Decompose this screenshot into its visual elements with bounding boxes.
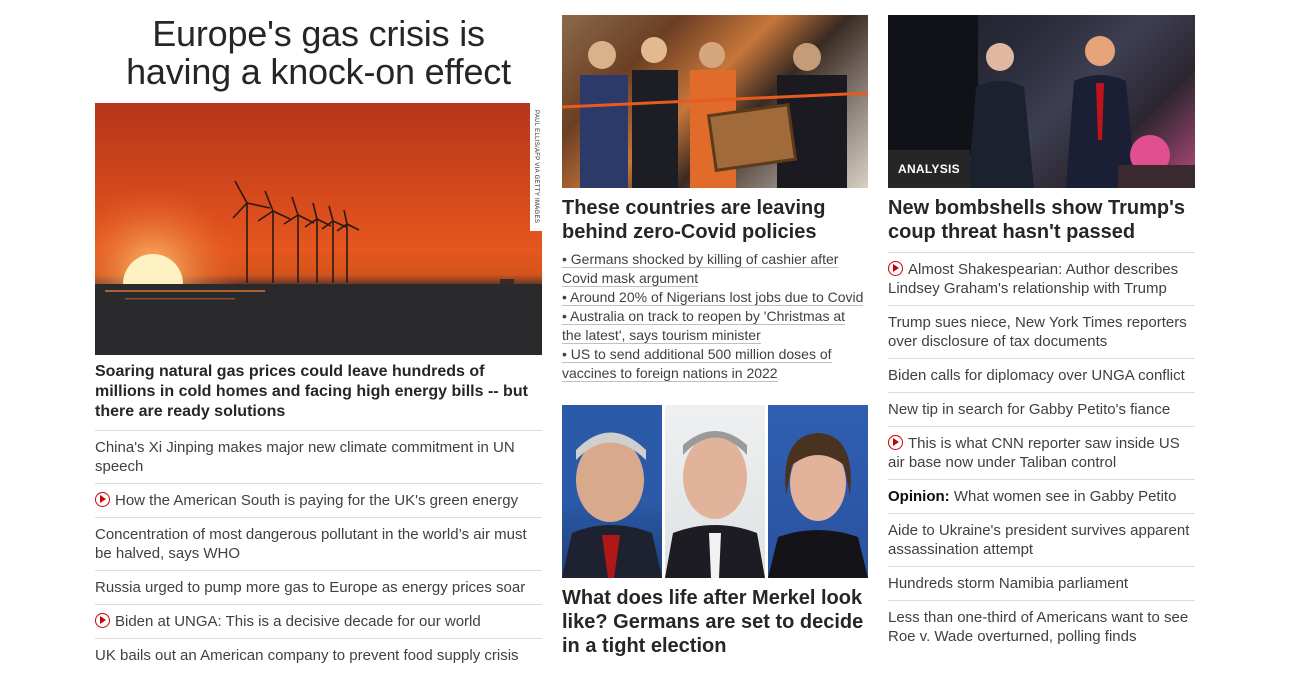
photo-credit: PAUL ELLIS/AFP VIA GETTY IMAGES [530,103,542,231]
story-text: Aide to Ukraine's president survives app… [888,522,1190,558]
list-item[interactable]: Less than one-third of Americans want to… [888,601,1195,653]
lead-column: Europe's gas crisis is having a knock-on… [95,0,542,672]
covid-related-list: • Germans shocked by killing of cashier … [562,250,868,383]
candidate-portrait-center [665,405,765,578]
list-item[interactable]: Russia urged to pump more gas to Europe … [95,571,542,605]
wind-farm-sunset-image[interactable]: PAUL ELLIS/AFP VIA GETTY IMAGES [95,103,542,355]
story-text: • Germans shocked by killing of cashier … [562,251,839,287]
list-item[interactable]: Biden calls for diplomacy over UNGA conf… [888,359,1195,393]
play-video-icon [888,261,903,276]
ribbon-cutting-image[interactable] [562,15,868,188]
list-item[interactable]: China's Xi Jinping makes major new clima… [95,431,542,484]
middle-column: These countries are leaving behind zero-… [562,0,868,658]
list-item[interactable]: • Australia on track to reopen by 'Chris… [562,307,868,345]
merkel-headline-link[interactable]: What does life after Merkel look like? G… [562,586,868,658]
play-video-icon [888,435,903,450]
list-item[interactable]: New tip in search for Gabby Petito's fia… [888,393,1195,427]
story-text: UK bails out an American company to prev… [95,647,519,664]
list-item[interactable]: • US to send additional 500 million dose… [562,345,868,383]
list-item[interactable]: Almost Shakespearian: Author describes L… [888,253,1195,306]
story-text: Less than one-third of Americans want to… [888,609,1189,645]
story-text: Russia urged to pump more gas to Europe … [95,579,526,596]
list-item[interactable]: • Germans shocked by killing of cashier … [562,250,868,288]
story-text: Biden calls for diplomacy over UNGA conf… [888,367,1185,384]
story-text: Concentration of most dangerous pollutan… [95,526,527,562]
story-text: China's Xi Jinping makes major new clima… [95,439,515,475]
play-video-icon [95,492,110,507]
covid-headline-link[interactable]: These countries are leaving behind zero-… [562,196,868,244]
german-candidates-image[interactable] [562,405,868,578]
list-item[interactable]: Trump sues niece, New York Times reporte… [888,306,1195,359]
list-item[interactable]: Biden at UNGA: This is a decisive decade… [95,605,542,639]
story-text: Almost Shakespearian: Author describes L… [888,261,1179,297]
related-stories-list: China's Xi Jinping makes major new clima… [95,431,542,672]
list-item[interactable]: Hundreds storm Namibia parliament [888,567,1195,601]
lead-story-link[interactable]: Soaring natural gas prices could leave h… [95,362,542,431]
list-item[interactable]: How the American South is paying for the… [95,484,542,518]
story-text: Biden at UNGA: This is a decisive decade… [115,613,481,630]
pence-trump-rally-image[interactable]: ANALYSIS [888,15,1195,188]
story-text: • US to send additional 500 million dose… [562,346,832,382]
candidate-portrait-left [562,405,662,578]
story-text: New tip in search for Gabby Petito's fia… [888,401,1171,418]
list-item[interactable]: Concentration of most dangerous pollutan… [95,518,542,571]
story-text: This is what CNN reporter saw inside US … [888,435,1180,471]
story-text: Trump sues niece, New York Times reporte… [888,314,1187,350]
story-text: • Australia on track to reopen by 'Chris… [562,308,846,344]
politics-stories-list: Almost Shakespearian: Author describes L… [888,252,1195,653]
list-item[interactable]: This is what CNN reporter saw inside US … [888,427,1195,480]
list-item[interactable]: • Around 20% of Nigerians lost jobs due … [562,288,868,307]
trump-headline-link[interactable]: New bombshells show Trump's coup threat … [888,196,1195,244]
list-item[interactable]: Aide to Ukraine's president survives app… [888,514,1195,567]
list-item[interactable]: UK bails out an American company to prev… [95,639,542,672]
analysis-badge: ANALYSIS [888,150,970,188]
play-video-icon [95,613,110,628]
story-text: Hundreds storm Namibia parliament [888,575,1129,592]
main-headline-link[interactable]: Europe's gas crisis is having a knock-on… [95,15,542,91]
right-column: ANALYSIS New bombshells show Trump's cou… [888,0,1195,653]
list-item[interactable]: Opinion: What women see in Gabby Petito [888,480,1195,514]
candidate-portrait-right [768,405,868,578]
story-text: How the American South is paying for the… [115,492,519,509]
story-text: • Around 20% of Nigerians lost jobs due … [562,289,864,306]
story-text: What women see in Gabby Petito [953,488,1177,505]
opinion-label: Opinion: [888,488,950,505]
